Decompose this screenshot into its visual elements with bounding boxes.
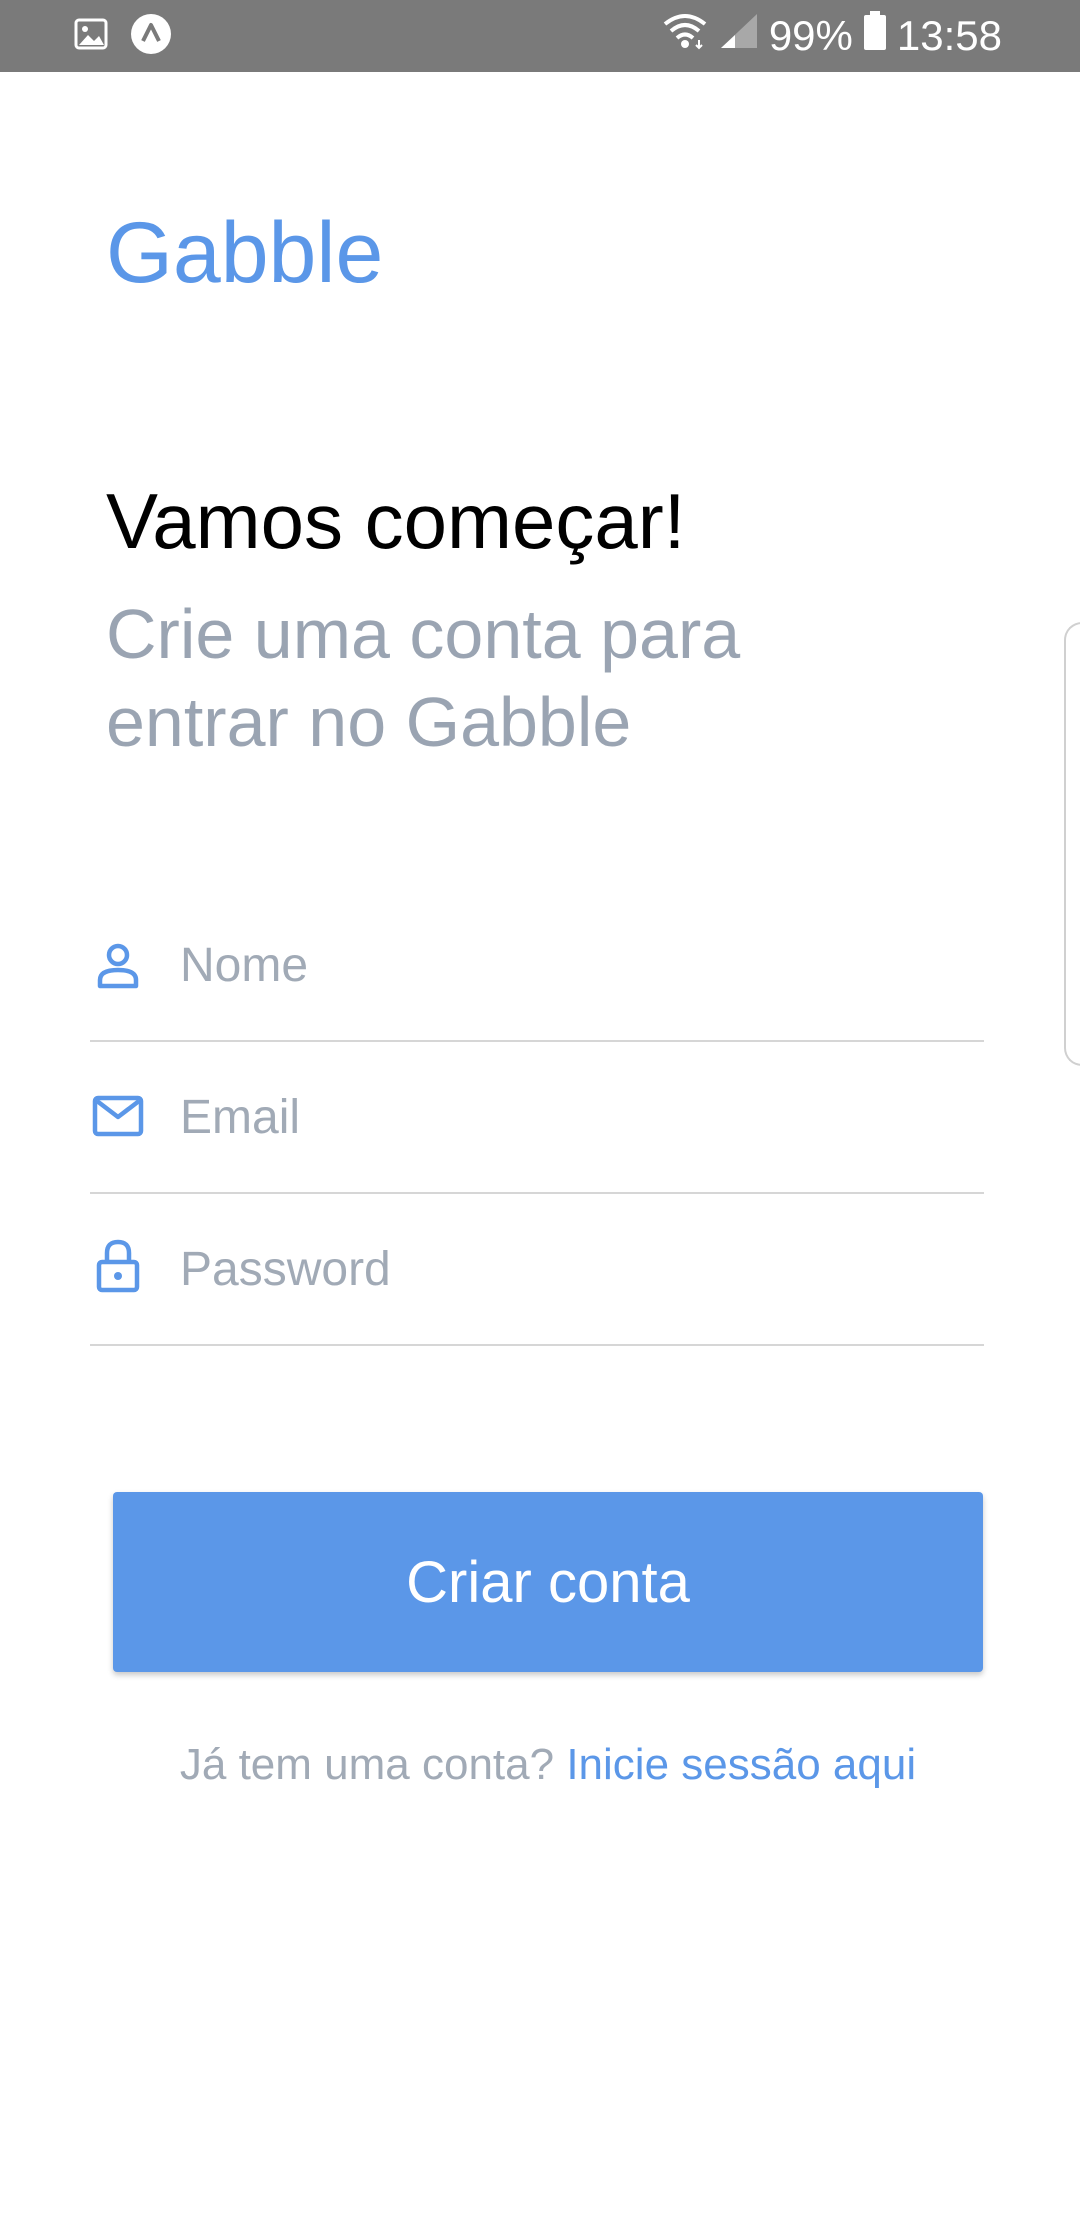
page-heading: Vamos começar! [106,477,686,565]
signin-prompt-text: Já tem uma conta? [179,1740,555,1789]
page-subheading: Crie uma conta para entrar no Gabble [106,595,741,761]
password-input[interactable] [180,1194,960,1344]
email-field [90,1042,984,1194]
gallery-icon [74,17,108,56]
name-input[interactable] [180,890,960,1040]
battery-percent: 99% [768,12,853,59]
signin-link[interactable]: Inicie sessão aqui [566,1740,916,1789]
person-icon [92,940,144,992]
status-bar-right: 99% 13:58 [661,11,1002,61]
app-title: Gabble [106,205,384,301]
status-bar: 99% 13:58 [0,0,1080,72]
create-account-button[interactable]: Criar conta [113,1492,983,1672]
email-input[interactable] [180,1042,960,1192]
mail-icon [92,1090,144,1142]
clock: 13:58 [896,12,1002,59]
password-field [90,1194,984,1346]
lock-icon [92,1238,144,1293]
status-bar-left [74,13,172,56]
name-field [90,890,984,1042]
wifi-icon [661,12,709,60]
signal-icon [719,12,759,60]
edge-panel-handle[interactable] [1064,622,1080,1066]
battery-icon [863,11,887,61]
signin-prompt: Já tem uma conta? Inicie sessão aqui [0,1740,1080,1790]
app-notification-icon [130,13,172,60]
